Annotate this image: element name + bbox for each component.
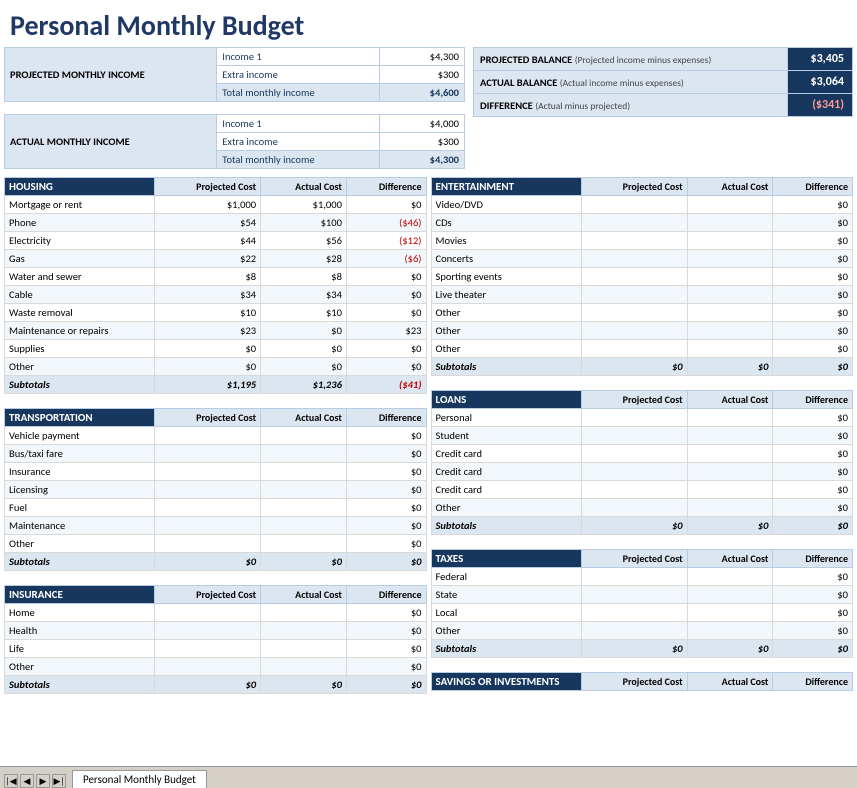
entertainment-subtotal: Subtotals $0 $0 $0 [431,358,853,376]
difference-row: DIFFERENCE (Actual minus projected) ($34… [474,94,853,117]
housing-col-diff: Difference [346,178,426,196]
taxes-table: TAXES Projected Cost Actual Cost Differe… [431,549,854,658]
table-row: Gas$22$28($6) [5,250,427,268]
act-income1-label: Income 1 [217,115,380,133]
table-row: Mortgage or rent$1,000$1,000$0 [5,196,427,214]
table-row: Maintenance or repairs$23$0$23 [5,322,427,340]
act-total-value: $4,300 [380,151,465,169]
act-balance-label: ACTUAL BALANCE [480,76,557,89]
table-row: Live theater$0 [431,286,853,304]
table-row: Federal$0 [431,568,853,586]
tab-prev-btn[interactable]: ◀ [20,774,34,788]
transportation-subtotal: Subtotals $0 $0 $0 [5,553,427,571]
tab-last-btn[interactable]: ▶| [52,774,66,788]
table-row: Vehicle payment$0 [5,427,427,445]
table-row: Fuel$0 [5,499,427,517]
transportation-header: TRANSPORTATION [5,409,155,427]
table-row: Cable$34$34$0 [5,286,427,304]
tab-next-btn[interactable]: ▶ [36,774,50,788]
table-row: Sporting events$0 [431,268,853,286]
table-row: Other$0 [431,499,853,517]
loans-header: LOANS [431,391,581,409]
savings-table: SAVINGS OR INVESTMENTS Projected Cost Ac… [431,672,854,691]
table-row: Waste removal$10$10$0 [5,304,427,322]
housing-col-projected: Projected Cost [155,178,261,196]
taxes-subtotal: Subtotals $0 $0 $0 [431,640,853,658]
table-row: Supplies$0$0$0 [5,340,427,358]
actual-income-label: ACTUAL MONTHLY INCOME [5,115,217,169]
table-row: State$0 [431,586,853,604]
insurance-table: INSURANCE Projected Cost Actual Cost Dif… [4,585,427,694]
table-row: Life$0 [5,640,427,658]
transportation-table: TRANSPORTATION Projected Cost Actual Cos… [4,408,427,571]
tab-nav[interactable]: |◀ ◀ ▶ ▶| [4,774,66,788]
table-row: Video/DVD$0 [431,196,853,214]
table-row: Credit card$0 [431,463,853,481]
table-row: Insurance$0 [5,463,427,481]
table-row: Other$0$0$0 [5,358,427,376]
table-row: Concerts$0 [431,250,853,268]
proj-total-label: Total monthly income [217,84,380,102]
loans-subtotal: Subtotals $0 $0 $0 [431,517,853,535]
proj-extra-label: Extra income [217,66,380,84]
table-row: Other$0 [5,658,427,676]
table-row: Other$0 [431,304,853,322]
balance-summary: PROJECTED BALANCE (Projected income minu… [473,47,853,173]
housing-subtotal: Subtotals $1,195 $1,236 ($41) [5,376,427,394]
act-balance-value: $3,064 [788,71,853,94]
table-row: Maintenance$0 [5,517,427,535]
proj-balance-label: PROJECTED BALANCE [480,53,572,66]
act-balance-sublabel: (Actual income minus expenses) [560,77,684,89]
table-row: Licensing$0 [5,481,427,499]
table-row: Other$0 [431,340,853,358]
table-row: Electricity$44$56($12) [5,232,427,250]
table-row: CDs$0 [431,214,853,232]
taxes-header: TAXES [431,550,581,568]
diff-value: ($341) [788,94,853,117]
table-row: Student$0 [431,427,853,445]
tab-first-btn[interactable]: |◀ [4,774,18,788]
table-row: Water and sewer$8$8$0 [5,268,427,286]
table-row: Personal$0 [431,409,853,427]
proj-income1-value: $4,300 [380,48,465,66]
entertainment-table: ENTERTAINMENT Projected Cost Actual Cost… [431,177,854,376]
diff-label: DIFFERENCE [480,99,533,112]
table-row: Other$0 [431,322,853,340]
housing-header: HOUSING [5,178,155,196]
act-income1-value: $4,000 [380,115,465,133]
savings-header: SAVINGS OR INVESTMENTS [431,673,581,691]
act-extra-label: Extra income [217,133,380,151]
sheet-tab[interactable]: Personal Monthly Budget [72,770,207,788]
table-row: Health$0 [5,622,427,640]
insurance-subtotal: Subtotals $0 $0 $0 [5,676,427,694]
table-row: Movies$0 [431,232,853,250]
entertainment-header: ENTERTAINMENT [431,178,581,196]
table-row: Other$0 [5,535,427,553]
projected-income-section: PROJECTED MONTHLY INCOME Income 1 $4,300… [4,47,465,173]
page-title: Personal Monthly Budget [0,0,857,47]
projected-income-label: PROJECTED MONTHLY INCOME [5,48,217,102]
housing-col-actual: Actual Cost [261,178,347,196]
act-total-label: Total monthly income [217,151,380,169]
proj-income1-label: Income 1 [217,48,380,66]
loans-table: LOANS Projected Cost Actual Cost Differe… [431,390,854,535]
proj-balance-sublabel: (Projected income minus expenses) [575,54,712,66]
insurance-header: INSURANCE [5,586,155,604]
table-row: Home$0 [5,604,427,622]
diff-sublabel: (Actual minus projected) [535,100,630,112]
proj-total-value: $4,600 [380,84,465,102]
housing-table: HOUSING Projected Cost Actual Cost Diffe… [4,177,427,394]
actual-balance-row: ACTUAL BALANCE (Actual income minus expe… [474,71,853,94]
projected-balance-row: PROJECTED BALANCE (Projected income minu… [474,48,853,71]
table-row: Other$0 [431,622,853,640]
table-row: Credit card$0 [431,481,853,499]
table-row: Bus/taxi fare$0 [5,445,427,463]
table-row: Local$0 [431,604,853,622]
tab-bar: |◀ ◀ ▶ ▶| Personal Monthly Budget [0,766,857,788]
proj-extra-value: $300 [380,66,465,84]
act-extra-value: $300 [380,133,465,151]
proj-balance-value: $3,405 [788,48,853,71]
table-row: Phone$54$100($46) [5,214,427,232]
table-row: Credit card$0 [431,445,853,463]
